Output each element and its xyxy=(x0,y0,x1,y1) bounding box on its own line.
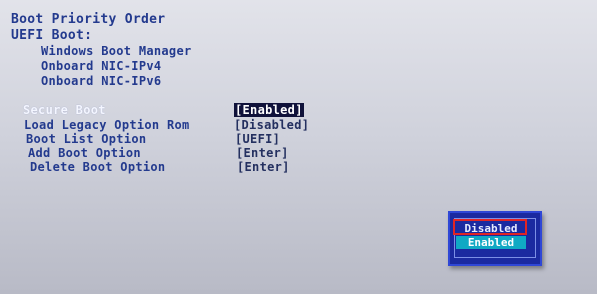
secure-boot-value[interactable]: [Enabled] xyxy=(234,103,304,117)
secure-boot-label[interactable]: Secure Boot xyxy=(23,103,106,117)
boot-order-item-windows-boot-manager[interactable]: Windows Boot Manager xyxy=(41,44,192,58)
boot-list-option-label[interactable]: Boot List Option xyxy=(26,132,146,146)
boot-order-item-nic-ipv6[interactable]: Onboard NIC-IPv6 xyxy=(41,74,161,88)
focus-highlight-box xyxy=(453,219,527,235)
boot-order-item-nic-ipv4[interactable]: Onboard NIC-IPv4 xyxy=(41,59,161,73)
add-boot-option-label[interactable]: Add Boot Option xyxy=(28,146,141,160)
boot-priority-title: Boot Priority Order xyxy=(11,12,166,27)
bios-boot-screen: Boot Priority Order UEFI Boot: Windows B… xyxy=(0,0,597,294)
uefi-boot-label: UEFI Boot: xyxy=(11,28,93,43)
load-legacy-option-rom-label[interactable]: Load Legacy Option Rom xyxy=(24,118,190,132)
delete-boot-option-value[interactable]: [Enter] xyxy=(237,160,290,174)
secure-boot-value-text[interactable]: [Enabled] xyxy=(234,103,304,117)
delete-boot-option-label[interactable]: Delete Boot Option xyxy=(30,160,165,174)
add-boot-option-value[interactable]: [Enter] xyxy=(236,146,289,160)
load-legacy-option-rom-value[interactable]: [Disabled] xyxy=(234,118,309,132)
popup-option-enabled[interactable]: Enabled xyxy=(456,236,526,249)
boot-list-option-value[interactable]: [UEFI] xyxy=(235,132,280,146)
